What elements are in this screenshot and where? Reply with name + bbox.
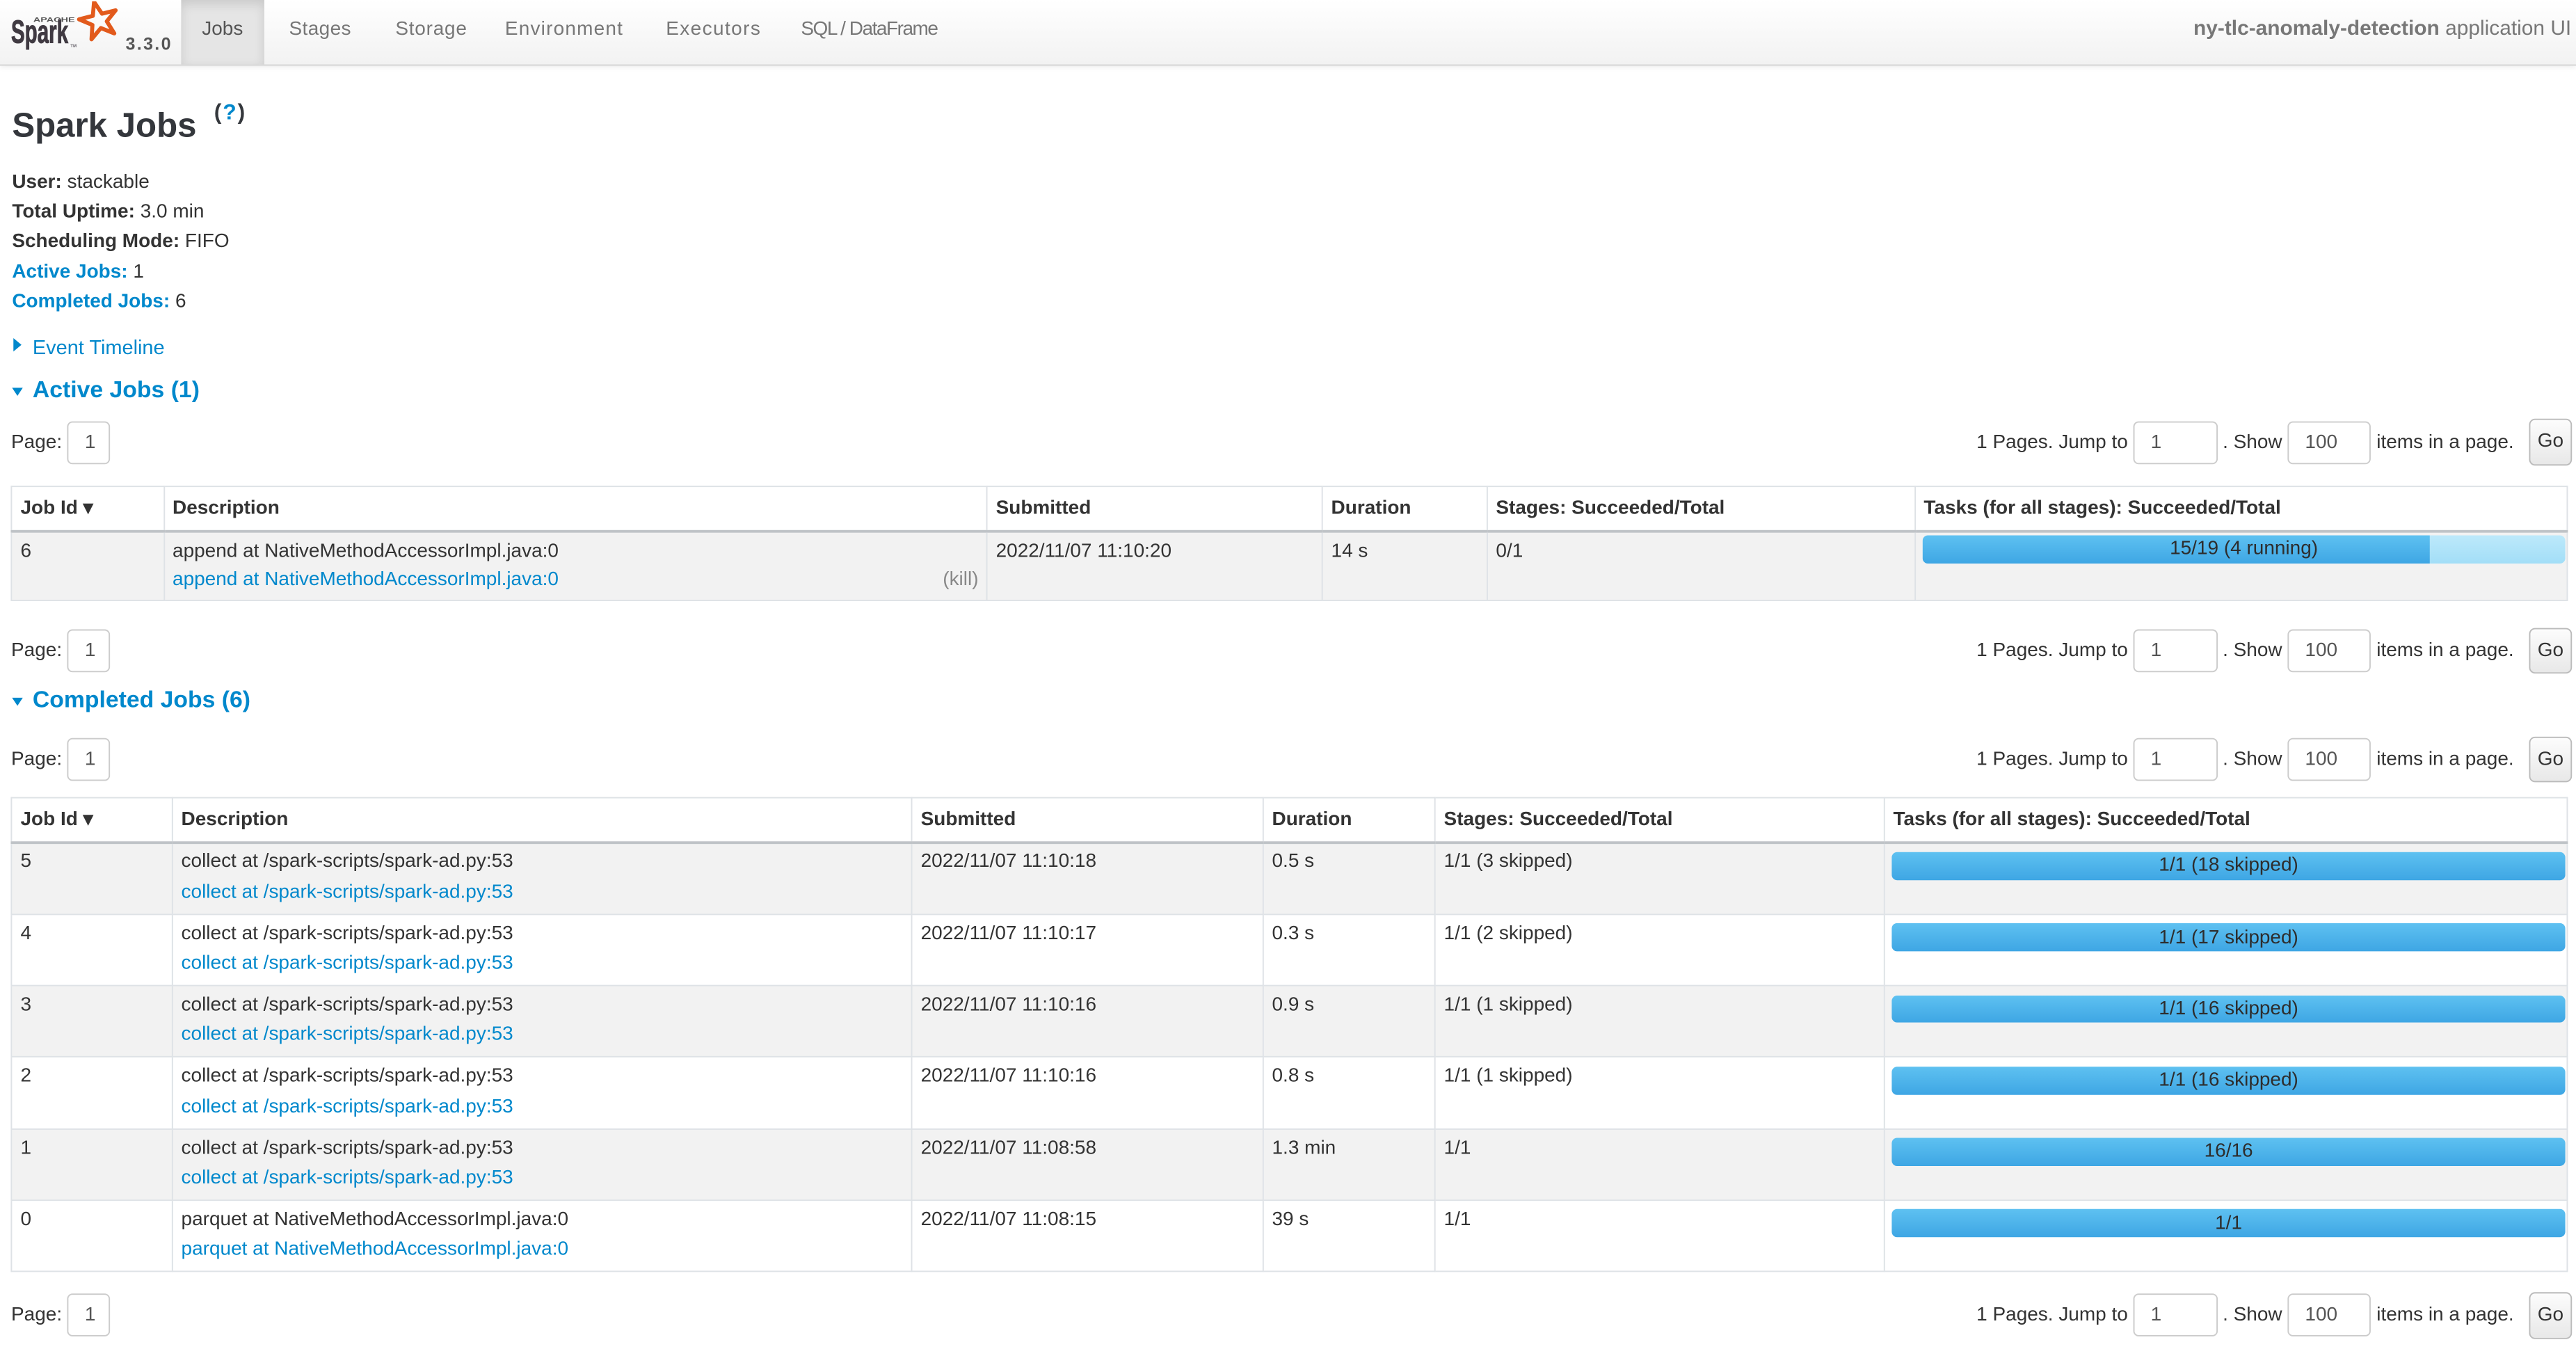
svg-text:Spark: Spark [10, 13, 67, 49]
svg-text:TM: TM [70, 43, 76, 48]
